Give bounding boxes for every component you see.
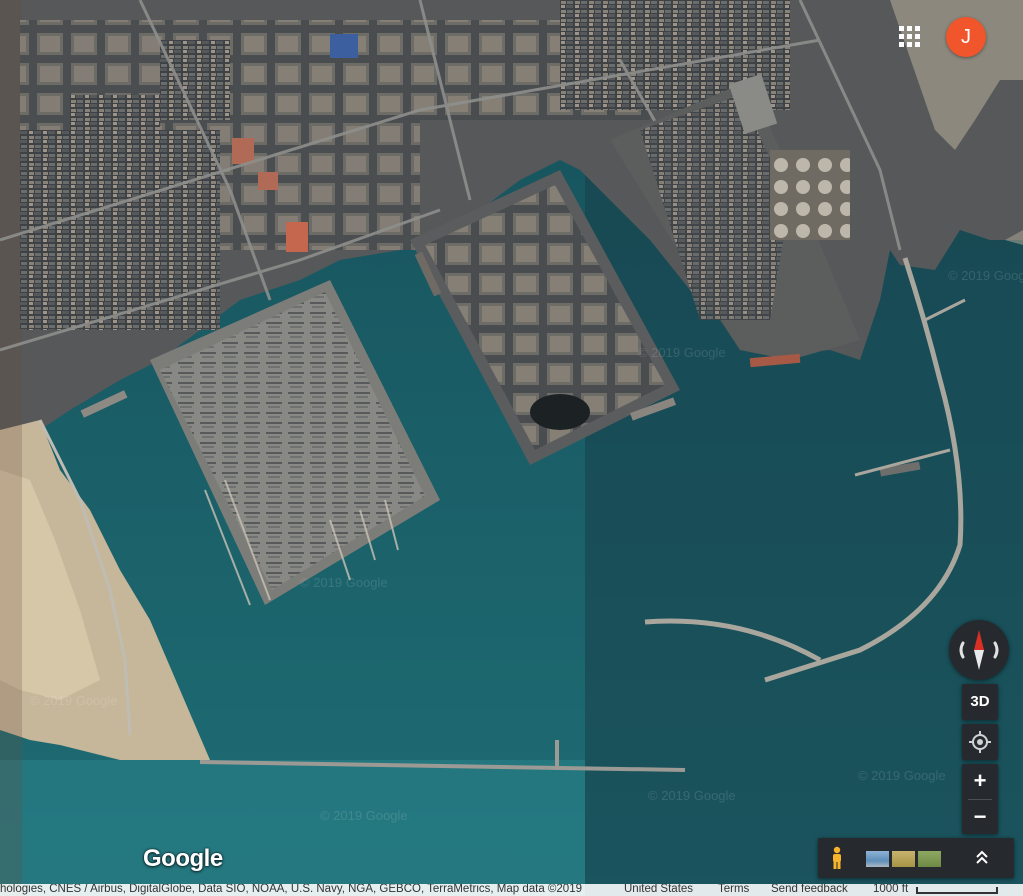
imagery-thumbnail[interactable]: [918, 851, 941, 867]
my-location-icon: [969, 731, 991, 753]
imagery-thumbnail[interactable]: [866, 851, 889, 867]
chevron-up-double-icon[interactable]: [970, 846, 994, 870]
map-watermark: © 2019 Google: [948, 268, 1023, 283]
satellite-map[interactable]: [0, 0, 1023, 896]
pegman-icon[interactable]: [828, 846, 846, 870]
send-feedback-link[interactable]: Send feedback: [771, 884, 848, 896]
map-watermark: © 2019 Google: [300, 575, 388, 590]
3d-tilt-button[interactable]: 3D: [962, 684, 998, 720]
scale-bar: [916, 887, 998, 894]
zoom-control: + −: [962, 764, 998, 834]
my-location-button[interactable]: [962, 724, 998, 760]
terms-link[interactable]: Terms: [718, 884, 749, 896]
imagery-thumbnail[interactable]: [892, 851, 915, 867]
map-watermark: © 2019 Google: [638, 345, 726, 360]
country-link[interactable]: United States: [624, 884, 693, 896]
compass-icon: [959, 630, 999, 670]
google-logo: Google: [143, 845, 223, 872]
zoom-in-button[interactable]: +: [962, 764, 998, 798]
map-watermark: © 2019 Google: [320, 808, 408, 823]
scale-label[interactable]: 1000 ft: [873, 884, 908, 896]
apps-grid-icon[interactable]: [899, 26, 921, 48]
map-watermark: © 2019 Google: [858, 768, 946, 783]
compass-control[interactable]: [949, 620, 1009, 680]
zoom-out-button[interactable]: −: [962, 800, 998, 834]
street-view-panel: [818, 838, 1014, 878]
map-watermark: © 2019 Google: [30, 693, 118, 708]
attribution-text: hologies, CNES / Airbus, DigitalGlobe, D…: [0, 884, 582, 895]
account-avatar[interactable]: J: [946, 17, 986, 57]
map-footer: hologies, CNES / Airbus, DigitalGlobe, D…: [0, 884, 1023, 896]
map-watermark: © 2019 Google: [648, 788, 736, 803]
